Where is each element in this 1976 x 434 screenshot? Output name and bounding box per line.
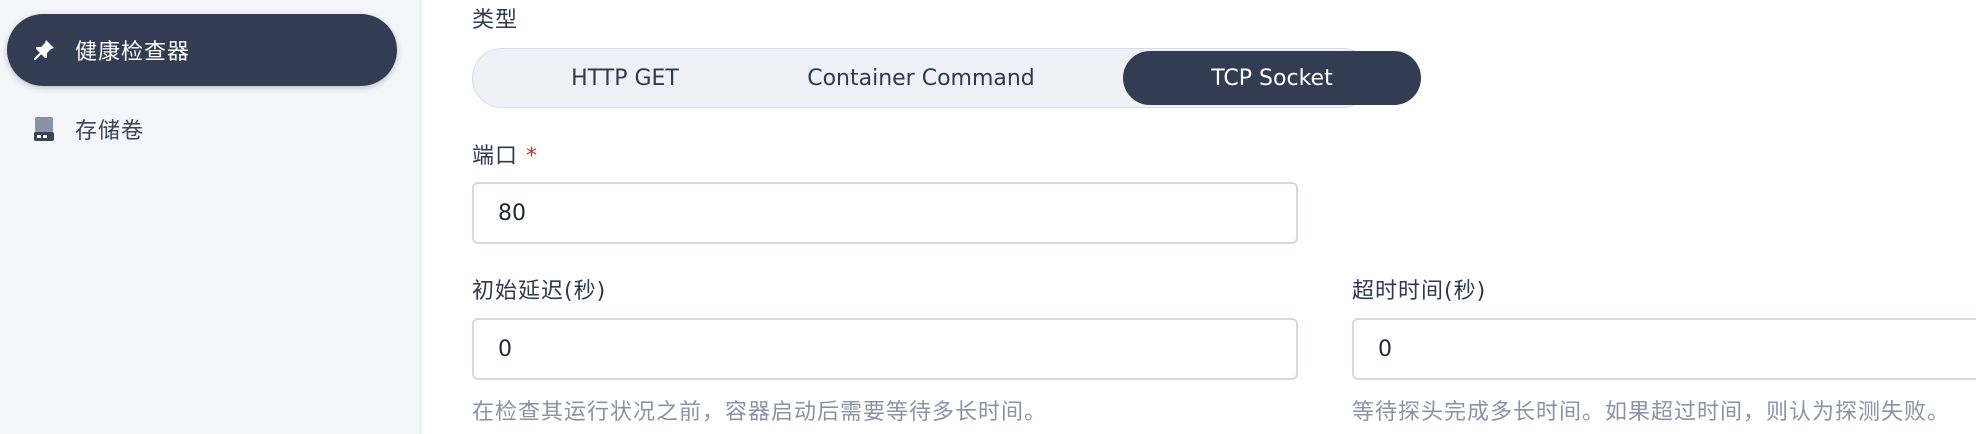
main-form: 类型 HTTP GET Container Command TCP Socket… bbox=[422, 0, 1976, 434]
sidebar: 健康检查器 存储卷 bbox=[0, 0, 421, 434]
type-option-container-command[interactable]: Container Command bbox=[773, 51, 1069, 105]
initial-delay-input[interactable] bbox=[472, 318, 1298, 380]
port-input[interactable] bbox=[472, 182, 1298, 244]
timeout-input[interactable] bbox=[1352, 318, 1976, 380]
timeout-label: 超时时间(秒) bbox=[1352, 279, 1487, 304]
port-label-group: 端口 * bbox=[472, 138, 538, 170]
port-label: 端口 bbox=[472, 144, 519, 169]
storage-icon bbox=[31, 116, 57, 142]
sidebar-item-label: 存储卷 bbox=[75, 119, 145, 144]
type-segmented-control: HTTP GET Container Command TCP Socket bbox=[472, 48, 1421, 108]
sidebar-item-storage[interactable]: 存储卷 bbox=[7, 93, 397, 165]
type-option-tcp-socket[interactable]: TCP Socket bbox=[1123, 51, 1421, 105]
initial-delay-label: 初始延迟(秒) bbox=[472, 279, 607, 304]
initial-delay-help: 在检查其运行状况之前，容器启动后需要等待多长时间。 bbox=[472, 400, 1048, 425]
sidebar-item-label: 健康检查器 bbox=[75, 40, 191, 65]
type-option-http-get[interactable]: HTTP GET bbox=[477, 51, 773, 105]
pin-icon bbox=[31, 37, 57, 63]
type-label: 类型 bbox=[472, 8, 519, 33]
timeout-help: 等待探头完成多长时间。如果超过时间，则认为探测失败。 bbox=[1352, 400, 1951, 425]
sidebar-item-health-check[interactable]: 健康检查器 bbox=[7, 14, 397, 86]
required-mark: * bbox=[526, 144, 539, 169]
app-root: 健康检查器 存储卷 类型 HTTP GET Container Command … bbox=[0, 0, 1976, 434]
